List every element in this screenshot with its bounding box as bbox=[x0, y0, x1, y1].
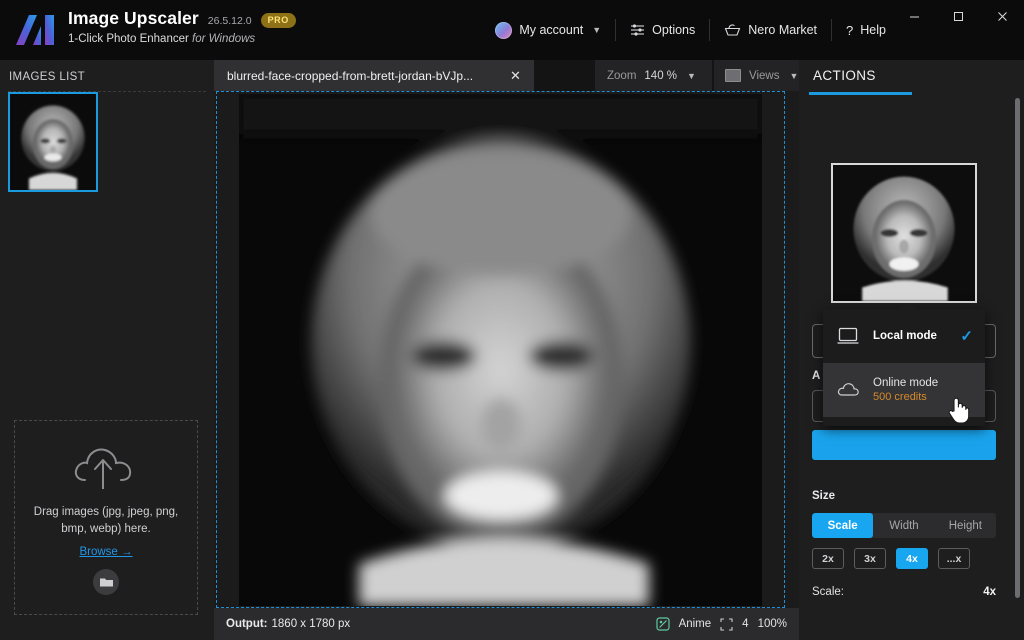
scale-button-custom[interactable]: ...x bbox=[938, 548, 970, 569]
close-icon bbox=[997, 11, 1008, 22]
basket-icon bbox=[724, 23, 741, 37]
scale-summary-row: Scale: 4x bbox=[812, 586, 996, 598]
main-image bbox=[239, 94, 762, 606]
drop-zone-line1: Drag images (jpg, jpeg, png, bbox=[31, 504, 181, 521]
check-icon: ✓ bbox=[960, 327, 973, 345]
question-mark-icon: ? bbox=[846, 23, 853, 38]
dropdown-online-mode-credits: 500 credits bbox=[873, 391, 938, 403]
browse-link[interactable]: Browse → bbox=[79, 546, 132, 558]
views-label: Views bbox=[749, 70, 779, 82]
maximize-icon bbox=[953, 11, 964, 22]
size-section-label: Size bbox=[812, 490, 835, 502]
sliders-icon bbox=[630, 23, 645, 37]
my-account-menu[interactable]: My account ▼ bbox=[481, 16, 615, 45]
app-window: Image Upscaler 26.5.12.0 PRO 1-Click Pho… bbox=[0, 0, 1024, 640]
options-menu[interactable]: Options bbox=[616, 17, 709, 43]
occluded-primary-button[interactable] bbox=[812, 430, 996, 460]
scale-summary-label: Scale: bbox=[812, 586, 844, 598]
dropdown-online-mode-label: Online mode bbox=[873, 377, 938, 389]
views-control[interactable]: Views ▼ bbox=[714, 60, 799, 91]
scale-button-2x[interactable]: 2x bbox=[812, 548, 844, 569]
folder-icon bbox=[99, 576, 114, 588]
size-mode-tabs: Scale Width Height bbox=[812, 513, 996, 538]
status-bar-right: Anime 4 100% bbox=[656, 617, 787, 631]
list-item[interactable] bbox=[8, 92, 98, 192]
close-button[interactable] bbox=[980, 0, 1024, 32]
tab-close-icon[interactable]: ✕ bbox=[507, 67, 524, 84]
avatar bbox=[495, 22, 512, 39]
status-bar: Output: 1860 x 1780 px Anime 4 100% bbox=[214, 608, 799, 640]
mode-dropdown-menu: Local mode ✓ Online mode 500 credits bbox=[823, 309, 985, 426]
output-label: Output: bbox=[226, 618, 268, 630]
drop-zone-text: Drag images (jpg, jpeg, png, bmp, webp) … bbox=[31, 504, 181, 538]
tab-bar: blurred-face-cropped-from-brett-jordan-b… bbox=[214, 60, 799, 91]
tab-label: blurred-face-cropped-from-brett-jordan-b… bbox=[227, 69, 473, 83]
scale-button-4x[interactable]: 4x bbox=[896, 548, 928, 569]
app-tagline: 1-Click Photo Enhancer bbox=[68, 33, 189, 45]
window-controls bbox=[892, 0, 1024, 32]
brand-block: Image Upscaler 26.5.12.0 PRO 1-Click Pho… bbox=[68, 8, 296, 45]
images-list-panel: IMAGES LIST bbox=[0, 60, 214, 640]
images-list-header: IMAGES LIST bbox=[9, 71, 85, 83]
monitor-icon bbox=[837, 327, 859, 345]
output-value: 1860 x 1780 px bbox=[272, 618, 351, 630]
views-icon bbox=[725, 69, 741, 82]
canvas-selection-frame bbox=[216, 91, 785, 608]
top-menu: My account ▼ Options bbox=[481, 0, 900, 60]
drop-zone-line2: bmp, webp) here. bbox=[31, 521, 181, 538]
dropdown-local-mode-label: Local mode bbox=[873, 330, 937, 342]
maximize-button[interactable] bbox=[936, 0, 980, 32]
nero-market-menu[interactable]: Nero Market bbox=[710, 17, 831, 43]
tab-active-indicator bbox=[809, 92, 912, 95]
scale-buttons: 2x 3x 4x ...x bbox=[812, 548, 996, 569]
nero-market-label: Nero Market bbox=[748, 23, 817, 37]
zoom-label: Zoom bbox=[607, 70, 636, 82]
zoom-value: 140 % bbox=[644, 70, 677, 82]
dropdown-item-online-mode[interactable]: Online mode 500 credits bbox=[823, 363, 985, 417]
scale-button-3x[interactable]: 3x bbox=[854, 548, 886, 569]
zoom-control[interactable]: Zoom 140 % ▼ bbox=[595, 60, 713, 91]
chevron-down-icon: ▼ bbox=[592, 25, 601, 35]
minimize-button[interactable] bbox=[892, 0, 936, 32]
app-platform: for Windows bbox=[192, 33, 255, 45]
folder-button[interactable] bbox=[93, 569, 119, 595]
size-tab-width[interactable]: Width bbox=[873, 513, 934, 538]
app-logo-icon bbox=[12, 9, 60, 51]
preview-image bbox=[833, 165, 975, 301]
help-menu[interactable]: ? Help bbox=[832, 17, 900, 44]
preview-thumbnail[interactable] bbox=[831, 163, 977, 303]
cloud-icon bbox=[837, 382, 859, 398]
scale-summary-value: 4x bbox=[983, 586, 996, 598]
app-version: 26.5.12.0 bbox=[208, 15, 252, 27]
app-title: Image Upscaler bbox=[68, 8, 199, 29]
anime-mode-icon bbox=[656, 617, 670, 631]
size-tab-height[interactable]: Height bbox=[935, 513, 996, 538]
image-canvas[interactable] bbox=[239, 94, 762, 606]
minimize-icon bbox=[909, 11, 920, 22]
size-tab-scale[interactable]: Scale bbox=[812, 513, 873, 538]
chevron-down-icon: ▼ bbox=[687, 71, 696, 81]
panel-scrollbar[interactable] bbox=[1015, 98, 1020, 598]
my-account-label: My account bbox=[519, 23, 583, 37]
anime-mode-label: Anime bbox=[679, 618, 712, 630]
drop-zone[interactable]: Drag images (jpg, jpeg, png, bmp, webp) … bbox=[14, 420, 198, 615]
title-bar: Image Upscaler 26.5.12.0 PRO 1-Click Pho… bbox=[0, 0, 1024, 60]
options-label: Options bbox=[652, 23, 695, 37]
tab-image[interactable]: blurred-face-cropped-from-brett-jordan-b… bbox=[214, 60, 534, 91]
chevron-down-icon: ▼ bbox=[789, 71, 798, 81]
occluded-section-label: A bbox=[812, 370, 820, 382]
help-label: Help bbox=[860, 23, 886, 37]
thumbnail-image bbox=[10, 94, 96, 190]
tab-actions[interactable]: ACTIONS bbox=[813, 68, 876, 83]
fit-screen-icon bbox=[720, 618, 733, 631]
cloud-upload-icon bbox=[71, 440, 141, 492]
pro-badge: PRO bbox=[261, 13, 296, 28]
dropdown-item-local-mode[interactable]: Local mode ✓ bbox=[823, 309, 985, 363]
zoom-percent: 100% bbox=[758, 618, 787, 630]
editor-area: blurred-face-cropped-from-brett-jordan-b… bbox=[214, 60, 799, 640]
faces-count: 4 bbox=[742, 618, 748, 630]
